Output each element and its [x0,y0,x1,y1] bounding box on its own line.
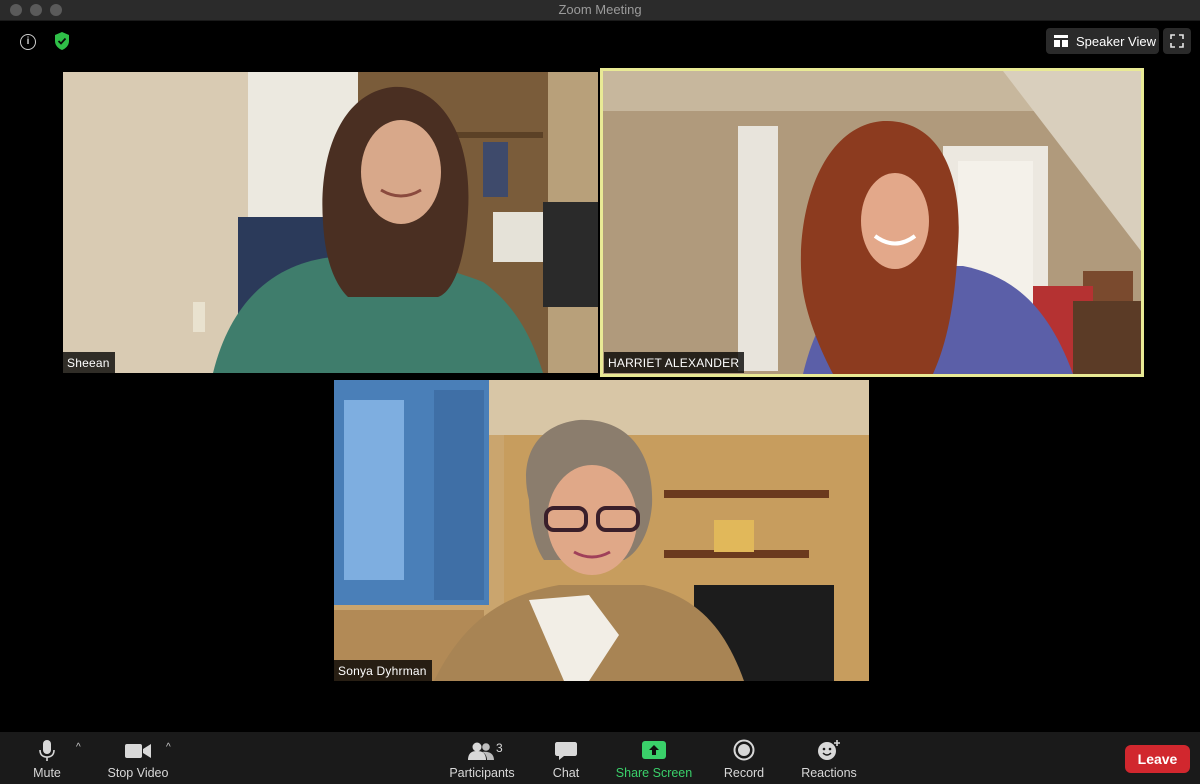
fullscreen-button[interactable] [1163,28,1191,54]
emoji-reaction-icon [818,740,840,760]
speaker-view-button[interactable]: Speaker View [1046,28,1159,54]
chat-bubble-icon [555,742,577,760]
video-tile-participant-1[interactable]: Sheean [63,72,598,373]
audio-options-chevron-icon[interactable]: ^ [76,742,81,753]
participant-name-label: HARRIET ALEXANDER [604,352,745,373]
share-screen-label: Share Screen [615,766,693,780]
share-screen-button[interactable]: Share Screen [612,732,696,784]
video-tile-participant-3[interactable]: Sonya Dyhrman [334,380,869,681]
participant-video-feed [334,380,869,681]
participants-button[interactable]: 3 Participants [445,732,519,784]
participant-video-feed [63,72,598,373]
participants-label: Participants [449,766,515,780]
video-camera-icon [125,744,151,758]
window-title-bar: Zoom Meeting [0,0,1200,21]
leave-meeting-button[interactable]: Leave [1125,745,1190,773]
chat-button[interactable]: Chat [541,732,591,784]
speaker-view-label: Speaker View [1076,33,1156,49]
fullscreen-icon [1170,34,1184,48]
mute-button[interactable]: Mute [18,732,76,784]
reactions-label: Reactions [801,766,857,780]
reactions-button[interactable]: Reactions [796,732,862,784]
grid-view-icon [1054,35,1068,47]
microphone-icon [39,740,55,761]
participant-name-label: Sheean [63,352,115,373]
encryption-shield-icon[interactable] [53,31,71,51]
video-options-chevron-icon[interactable]: ^ [166,742,171,753]
chat-label: Chat [552,766,580,780]
record-button[interactable]: Record [717,732,771,784]
video-tile-active-speaker[interactable]: HARRIET ALEXANDER [600,68,1144,377]
participants-icon [468,742,494,760]
info-icon[interactable]: i [20,34,36,50]
stop-video-button[interactable]: Stop Video [102,732,174,784]
participant-video-feed [603,71,1141,374]
meeting-toolbar: Mute ^ Stop Video ^ 3 Participants Chat … [0,732,1200,784]
mute-label: Mute [33,766,61,780]
share-screen-icon [642,741,666,759]
record-icon [733,739,755,761]
participant-name-label: Sonya Dyhrman [334,660,432,681]
participants-count-badge: 3 [496,741,503,755]
record-label: Record [723,766,765,780]
window-title: Zoom Meeting [558,2,642,17]
stop-video-label: Stop Video [107,766,169,780]
